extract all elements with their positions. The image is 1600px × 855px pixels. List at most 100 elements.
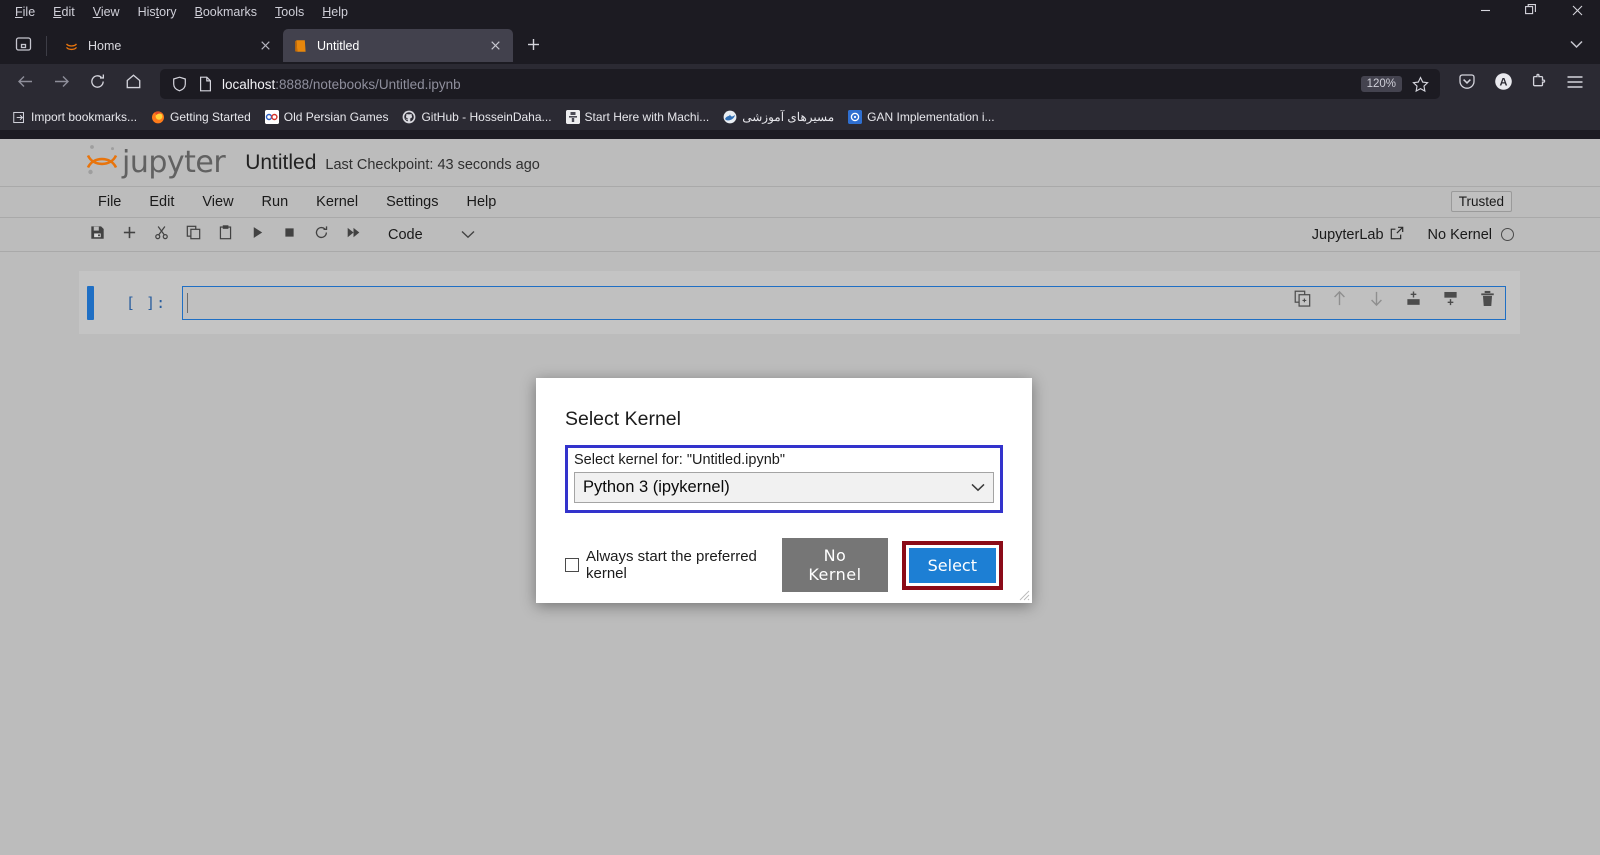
bookmark-label: مسیرهای آموزشی	[742, 110, 835, 124]
minimize-icon	[1480, 3, 1491, 21]
delete-cell-icon	[1479, 290, 1496, 312]
notebook-icon	[294, 39, 308, 53]
pocket-button[interactable]	[1450, 69, 1484, 99]
trusted-badge[interactable]: Trusted	[1450, 191, 1512, 212]
close-window-button[interactable]	[1554, 0, 1600, 24]
jp-menu-view[interactable]: View	[188, 190, 247, 214]
bookmark-gan-implementation[interactable]: GAN Implementation i...	[842, 107, 1000, 127]
add-cell-button[interactable]	[114, 222, 144, 248]
copy-cell-button[interactable]	[178, 222, 208, 248]
jp-menu-kernel[interactable]: Kernel	[302, 190, 372, 214]
list-all-tabs-button[interactable]	[1560, 30, 1592, 60]
jupyter-logo-icon	[64, 38, 79, 53]
close-icon	[1572, 3, 1583, 21]
restart-and-run-all-button[interactable]	[338, 222, 368, 248]
notebook-title[interactable]: Untitled	[245, 151, 316, 175]
bookmark-import[interactable]: Import bookmarks...	[6, 107, 143, 127]
no-kernel-button[interactable]: No Kernel	[782, 538, 888, 592]
reload-button[interactable]	[80, 69, 114, 99]
tab-home[interactable]: Home	[53, 29, 283, 62]
tab-close-button[interactable]	[486, 36, 505, 55]
save-button[interactable]	[82, 222, 112, 248]
menu-tools[interactable]: Tools	[266, 2, 313, 22]
cut-cell-button[interactable]	[146, 222, 176, 248]
menu-file[interactable]: File	[6, 2, 44, 22]
select-button[interactable]: Select	[908, 547, 996, 583]
bookmark-star-button[interactable]	[1406, 71, 1434, 97]
stop-kernel-button[interactable]	[274, 222, 304, 248]
restart-icon	[314, 225, 329, 245]
app-menu-button[interactable]	[1558, 69, 1592, 99]
jupyterlab-label: JupyterLab	[1311, 226, 1384, 243]
menu-help[interactable]: Help	[313, 2, 357, 22]
forward-button[interactable]	[44, 69, 78, 99]
jp-menu-help[interactable]: Help	[452, 190, 510, 214]
cell-type-dropdown[interactable]: Code	[384, 225, 481, 245]
jp-menu-edit[interactable]: Edit	[135, 190, 188, 214]
insert-cell-below-button[interactable]	[1439, 290, 1461, 312]
bookmark-label: GAN Implementation i...	[867, 110, 995, 124]
url-path: :8888/notebooks/Untitled.ipynb	[275, 76, 461, 92]
shield-icon[interactable]	[166, 76, 192, 92]
bookmark-github[interactable]: GitHub - HosseinDaha...	[396, 107, 557, 127]
url-bar[interactable]: localhost:8888/notebooks/Untitled.ipynb …	[160, 69, 1440, 99]
kernel-select-dropdown[interactable]: Python 3 (ipykernel)	[574, 472, 994, 503]
page-info-icon[interactable]	[192, 76, 218, 92]
minimize-button[interactable]	[1462, 0, 1508, 24]
home-button[interactable]	[116, 69, 150, 99]
restart-kernel-button[interactable]	[306, 222, 336, 248]
dialog-actions: Always start the preferred kernel No Ker…	[565, 538, 1003, 592]
menu-edit[interactable]: Edit	[44, 2, 84, 22]
move-cell-down-button[interactable]	[1365, 290, 1387, 312]
always-start-preferred-kernel-checkbox[interactable]: Always start the preferred kernel	[565, 548, 772, 582]
menu-view[interactable]: View	[84, 2, 129, 22]
tab-close-button[interactable]	[256, 36, 275, 55]
jp-menu-settings[interactable]: Settings	[372, 190, 452, 214]
bookmark-old-persian-games[interactable]: Old Persian Games	[259, 107, 395, 127]
jupyter-logo[interactable]: jupyter	[84, 141, 226, 184]
zoom-level-badge[interactable]: 120%	[1360, 76, 1402, 92]
extensions-button[interactable]	[1522, 69, 1556, 99]
firefox-view-button[interactable]	[6, 30, 40, 62]
menu-history[interactable]: History	[129, 2, 186, 22]
bookmark-start-here-ml[interactable]: Start Here with Machi...	[560, 107, 716, 127]
bookmark-getting-started[interactable]: Getting Started	[145, 107, 257, 127]
jupyterlab-link[interactable]: JupyterLab	[1312, 226, 1404, 244]
tab-untitled[interactable]: Untitled	[283, 29, 513, 62]
notebook-cell[interactable]: [ ]:	[79, 271, 1520, 334]
menu-bookmarks[interactable]: Bookmarks	[186, 2, 267, 22]
last-checkpoint-label: Last Checkpoint: 43 seconds ago	[325, 156, 540, 173]
arrow-right-icon	[53, 73, 70, 95]
cell-selection-bar	[87, 285, 94, 320]
cell-prompt: [ ]:	[126, 293, 167, 312]
duplicate-cell-button[interactable]	[1291, 290, 1313, 312]
bookmark-learning-paths[interactable]: مسیرهای آموزشی	[717, 107, 840, 127]
import-icon	[12, 110, 26, 124]
kernel-idle-circle-icon	[1501, 228, 1514, 241]
kernel-status-indicator[interactable]: No Kernel	[1428, 227, 1514, 243]
jp-menu-run[interactable]: Run	[248, 190, 303, 214]
paste-cell-button[interactable]	[210, 222, 240, 248]
pocket-icon	[1458, 73, 1476, 96]
cut-icon	[154, 225, 169, 245]
restore-icon	[1525, 3, 1537, 21]
restore-button[interactable]	[1508, 0, 1554, 24]
jp-menu-file[interactable]: File	[84, 190, 135, 214]
duplicate-cell-icon	[1294, 290, 1311, 312]
move-cell-up-button[interactable]	[1328, 290, 1350, 312]
new-tab-button[interactable]	[517, 31, 549, 62]
bookmark-label: Start Here with Machi...	[584, 110, 710, 124]
dialog-resize-handle[interactable]	[1016, 587, 1030, 601]
jupyter-toolbar: Code JupyterLab No Kernel	[0, 218, 1600, 252]
chevron-down-icon	[1569, 36, 1583, 54]
kernel-select-focus-highlight: Select kernel for: "Untitled.ipynb" Pyth…	[565, 445, 1003, 513]
toolbar-right-group: JupyterLab No Kernel	[1312, 226, 1514, 244]
account-button[interactable]: A	[1486, 69, 1520, 99]
url-host: localhost	[222, 76, 276, 92]
back-button[interactable]	[8, 69, 42, 99]
delete-cell-button[interactable]	[1476, 290, 1498, 312]
cell-action-toolbar	[1291, 290, 1498, 312]
checkbox-box[interactable]	[565, 558, 579, 572]
insert-cell-above-button[interactable]	[1402, 290, 1424, 312]
run-cell-button[interactable]	[242, 222, 272, 248]
